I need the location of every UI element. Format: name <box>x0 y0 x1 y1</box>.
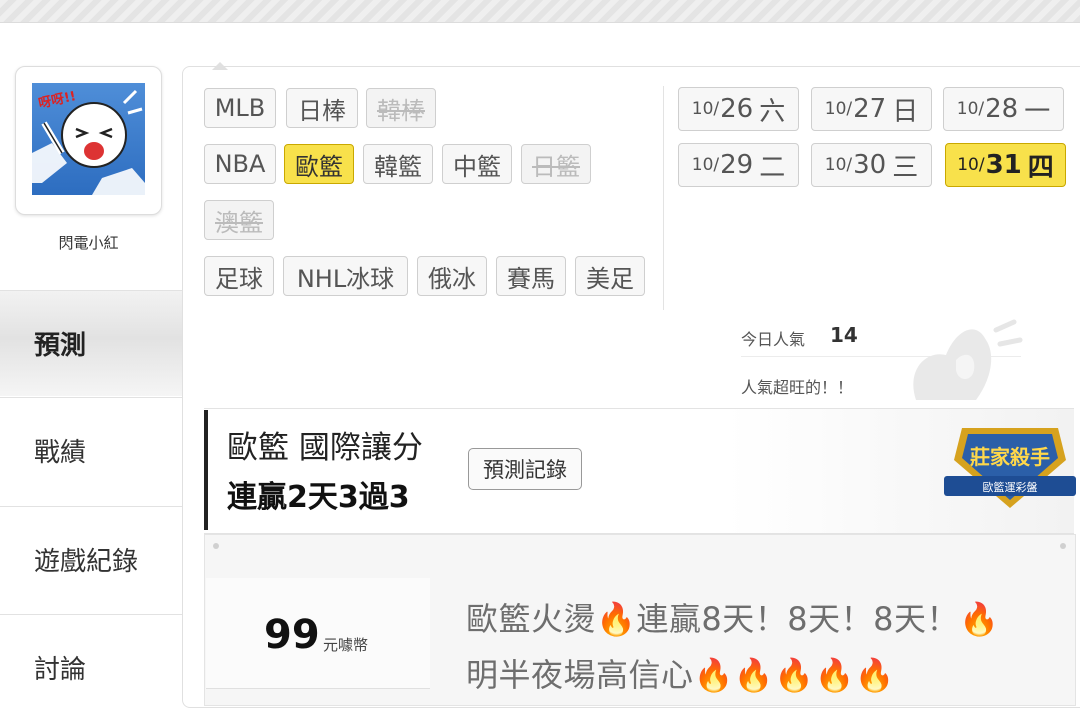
date-button-1029[interactable]: 10/29 二 <box>678 143 799 187</box>
date-day: 31 <box>985 150 1022 180</box>
badge-subtitle: 歐籃運彩盤 <box>983 480 1038 494</box>
fire-icon: 🔥 <box>854 656 896 694</box>
avatar-frame[interactable]: 呀呀!! <box>15 66 162 215</box>
sport-tab-kbo: 韓棒 <box>366 88 436 128</box>
popularity-label: 今日人氣 <box>741 330 806 349</box>
sport-tab-jbl: 日籃 <box>521 144 591 184</box>
prediction-record-button[interactable]: 預測記錄 <box>468 448 582 490</box>
sidebar-item-predict[interactable]: 預測 <box>0 290 205 396</box>
date-button-1031[interactable]: 10/31 四 <box>945 143 1066 187</box>
top-decorative-strip <box>0 0 1080 23</box>
offer-desc-text: 連贏8天！8天！8天！ <box>636 600 959 638</box>
fire-icon: 🔥 <box>596 600 637 638</box>
date-weekday: 日 <box>892 96 919 127</box>
sport-tab-kbl[interactable]: 韓籃 <box>363 144 433 184</box>
banner-accent-bar <box>204 410 208 530</box>
sport-tab-khl[interactable]: 俄冰 <box>417 256 487 296</box>
sidebar-item-record[interactable]: 戰績 <box>0 397 182 503</box>
sport-tab-npb[interactable]: 日棒 <box>286 88 358 128</box>
popularity-count: 14 <box>830 323 858 347</box>
sport-tab-nfl[interactable]: 美足 <box>575 256 645 296</box>
date-button-1030[interactable]: 10/30 三 <box>811 143 932 187</box>
badge-title: 莊家殺手 <box>970 445 1050 469</box>
sidebar-item-game-log[interactable]: 遊戲紀錄 <box>0 506 182 612</box>
sport-tab-nhl[interactable]: NHL冰球 <box>283 256 408 296</box>
fire-icon: 🔥 <box>693 656 734 694</box>
trophy-badge-icon: 莊家殺手 歐籃運彩盤 <box>944 428 1076 508</box>
sport-tab-horse-racing[interactable]: 賽馬 <box>496 256 566 296</box>
date-month: 10/ <box>691 99 720 119</box>
date-month: 10/ <box>957 155 985 175</box>
date-button-1028[interactable]: 10/28 一 <box>943 87 1064 131</box>
sport-tab-nba[interactable]: NBA <box>204 144 276 184</box>
popularity-note: 人氣超旺的！！ <box>741 378 854 397</box>
offer-desc-text: 明半夜場高信心 <box>466 656 694 694</box>
card-rivet <box>213 543 219 549</box>
fire-icon: 🔥 <box>814 656 855 694</box>
fire-icon: 🔥 <box>958 600 1000 638</box>
prediction-title: 歐籃 國際讓分 <box>227 430 423 466</box>
mascot-watermark-icon <box>913 319 1023 400</box>
username: 閃電小紅 <box>58 234 119 252</box>
date-month: 10/ <box>824 99 853 119</box>
sport-tab-mlb[interactable]: MLB <box>204 88 276 128</box>
date-day: 28 <box>985 94 1019 124</box>
date-weekday: 四 <box>1027 152 1054 183</box>
date-day: 30 <box>853 150 887 180</box>
sport-tab-euro-basketball[interactable]: 歐籃 <box>284 144 354 184</box>
offer-description-line2: 明半夜場高信心🔥🔥🔥🔥🔥 <box>466 650 895 696</box>
date-month: 10/ <box>824 155 853 175</box>
date-weekday: 一 <box>1024 96 1051 127</box>
offer-description-line1: 歐籃火燙🔥連贏8天！8天！8天！🔥 <box>466 594 999 640</box>
date-weekday: 二 <box>759 152 786 183</box>
sport-tab-cba[interactable]: 中籃 <box>442 144 512 184</box>
filter-divider <box>663 86 664 310</box>
price-unit: 元噱幣 <box>323 636 369 654</box>
date-month: 10/ <box>956 99 985 119</box>
offer-desc-text: 歐籃火燙 <box>466 600 597 638</box>
prediction-streak: 連贏2天3過3 <box>227 480 410 515</box>
price-value: 99 <box>264 612 320 658</box>
date-day: 29 <box>720 150 754 180</box>
fire-icon: 🔥 <box>733 656 775 694</box>
sport-tab-soccer[interactable]: 足球 <box>204 256 274 296</box>
panel-pointer <box>212 62 228 70</box>
date-month: 10/ <box>691 155 720 175</box>
fire-icon: 🔥 <box>774 656 815 694</box>
sport-tab-nbl: 澳籃 <box>204 200 274 240</box>
card-rivet <box>1060 543 1066 549</box>
date-day: 26 <box>720 94 754 124</box>
date-day: 27 <box>853 94 887 124</box>
sidebar-item-discussion[interactable]: 討論 <box>0 614 182 720</box>
date-button-1027[interactable]: 10/27 日 <box>811 87 932 131</box>
date-button-1026[interactable]: 10/26 六 <box>678 87 799 131</box>
date-weekday: 三 <box>892 152 919 183</box>
date-weekday: 六 <box>759 96 786 127</box>
